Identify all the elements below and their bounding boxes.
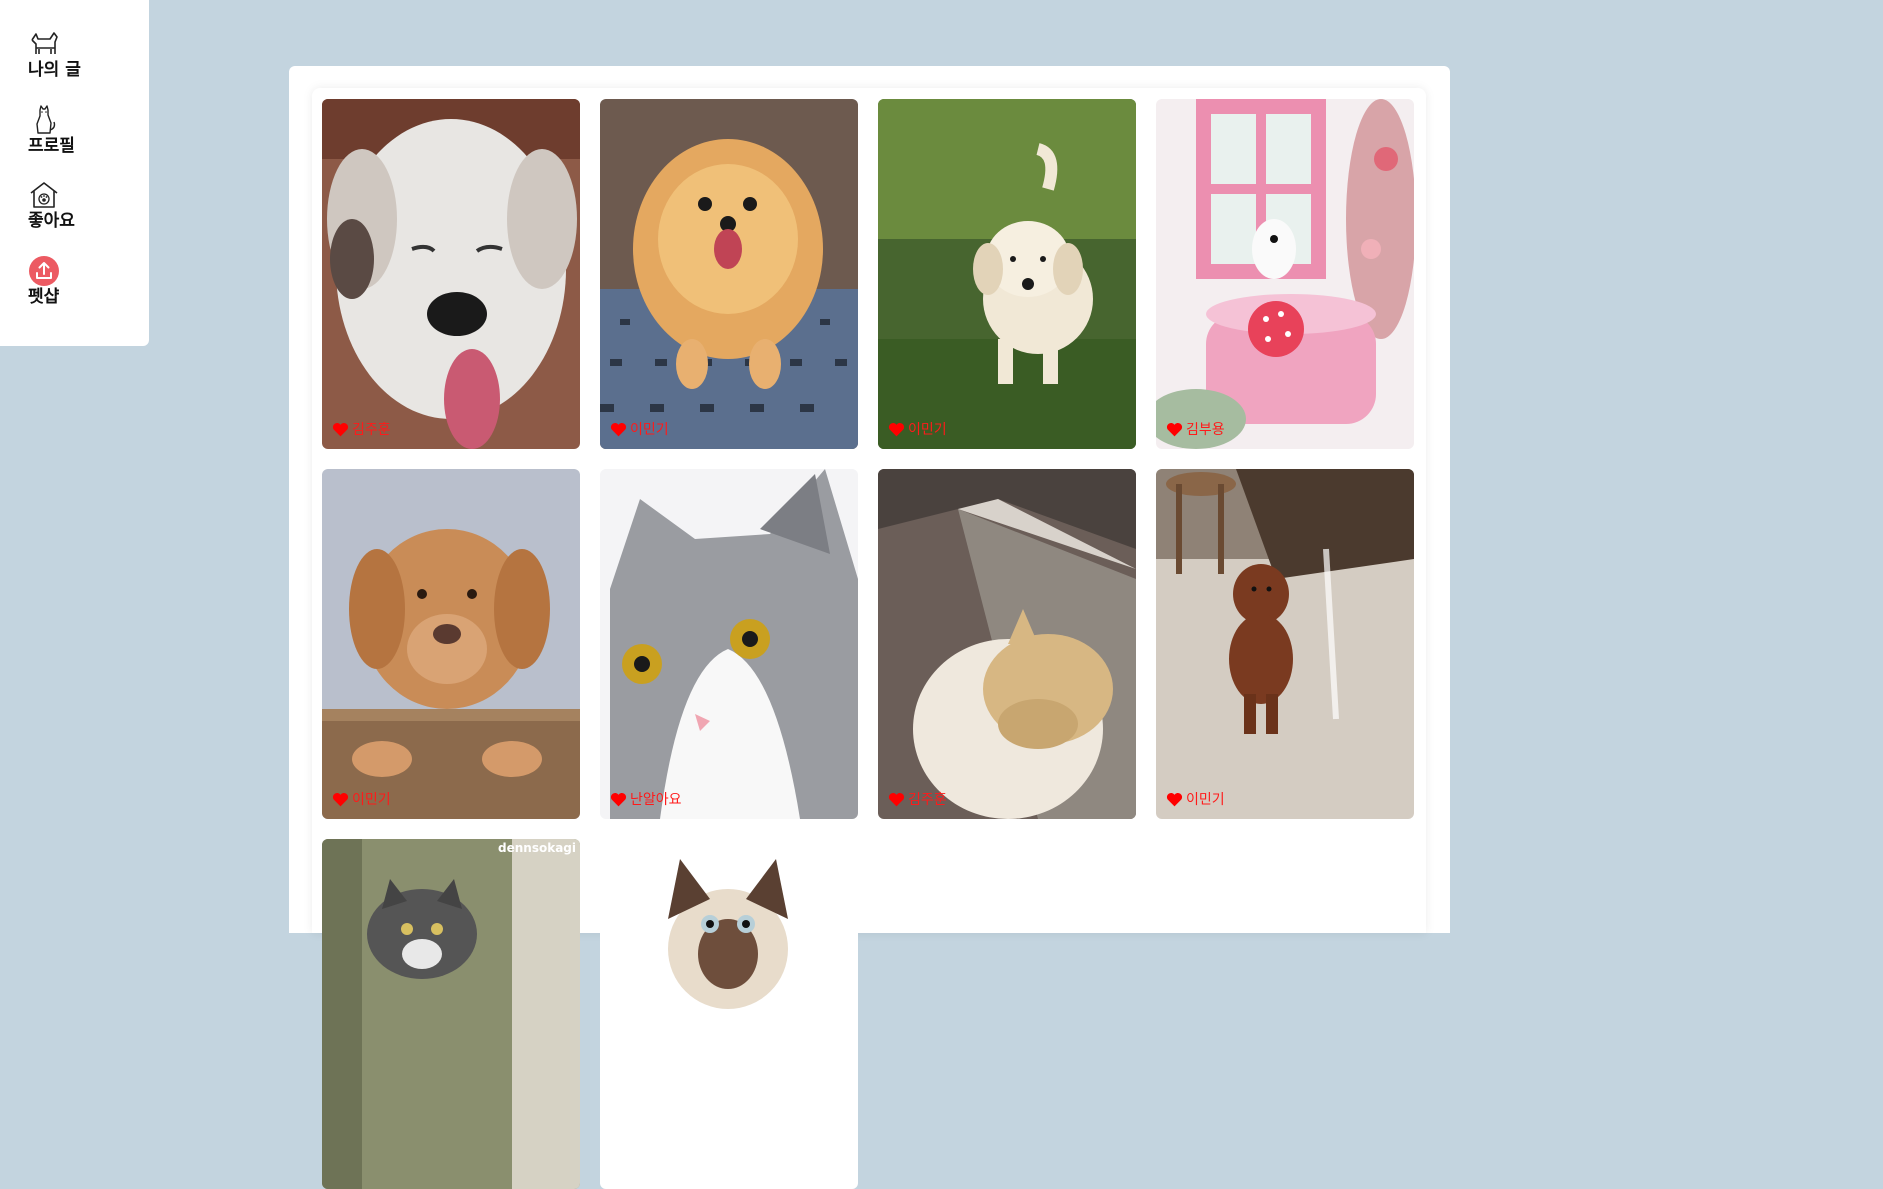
post-card[interactable]: 이민기	[878, 99, 1136, 449]
post-card[interactable]: 김주훈	[322, 99, 580, 449]
heart-icon[interactable]	[888, 792, 905, 807]
upload-circle-icon	[29, 256, 59, 286]
sidebar-item-label: 프로필	[28, 136, 75, 156]
post-card[interactable]: 김주훈	[878, 469, 1136, 819]
heart-icon[interactable]	[610, 422, 627, 437]
post-caption: 김주훈	[888, 789, 947, 809]
sidebar-item-petshop[interactable]: 펫샵	[28, 255, 60, 306]
post-card[interactable]	[600, 839, 858, 1189]
heart-icon[interactable]	[610, 792, 627, 807]
post-author: 이민기	[352, 792, 391, 808]
post-caption: 김주훈	[332, 419, 391, 439]
post-author: 김부용	[1186, 422, 1225, 438]
pet-house-icon	[30, 182, 58, 208]
sidebar-item-my-posts[interactable]: 나의 글	[28, 28, 81, 79]
post-photo	[322, 99, 580, 449]
dog-outline-icon	[31, 32, 58, 54]
post-author: 김주훈	[908, 792, 947, 808]
heart-icon[interactable]	[1166, 792, 1183, 807]
photo-watermark: dennsokagi	[498, 841, 576, 855]
post-card[interactable]: 이민기	[1156, 469, 1414, 819]
post-card[interactable]: 이민기	[600, 99, 858, 449]
post-caption: 난알아요	[610, 789, 682, 809]
cat-sitting-icon	[36, 105, 56, 134]
post-photo	[600, 839, 858, 1189]
post-photo	[1156, 469, 1414, 819]
post-card[interactable]: 난알아요	[600, 469, 858, 819]
heart-icon[interactable]	[888, 422, 905, 437]
sidebar-item-label: 좋아요	[28, 211, 75, 231]
heart-icon[interactable]	[332, 422, 349, 437]
post-photo	[1156, 99, 1414, 449]
post-photo	[600, 99, 858, 449]
sidebar-item-label: 펫샵	[28, 287, 60, 307]
post-caption: 이민기	[332, 789, 391, 809]
heart-icon[interactable]	[332, 792, 349, 807]
post-author: 난알아요	[630, 792, 682, 808]
post-photo	[878, 469, 1136, 819]
sidebar-item-likes[interactable]: 좋아요	[28, 179, 75, 230]
post-photo	[322, 469, 580, 819]
post-caption: 김부용	[1166, 419, 1225, 439]
post-author: 이민기	[1186, 792, 1225, 808]
sidebar-item-profile[interactable]: 프로필	[28, 104, 75, 155]
post-photo	[322, 839, 580, 1189]
post-author: 이민기	[908, 422, 947, 438]
sidebar-item-label: 나의 글	[28, 60, 81, 80]
post-photo	[878, 99, 1136, 449]
post-author: 이민기	[630, 422, 669, 438]
sidebar: 나의 글 프로필 좋아요 펫샵	[0, 0, 149, 346]
post-caption: 이민기	[610, 419, 669, 439]
heart-icon[interactable]	[1166, 422, 1183, 437]
post-caption: 이민기	[888, 419, 947, 439]
post-card[interactable]: 이민기	[322, 469, 580, 819]
post-card[interactable]: dennsokagi	[322, 839, 580, 1189]
post-caption: 이민기	[1166, 789, 1225, 809]
post-author: 김주훈	[352, 422, 391, 438]
post-photo	[600, 469, 858, 819]
post-card[interactable]: 김부용	[1156, 99, 1414, 449]
